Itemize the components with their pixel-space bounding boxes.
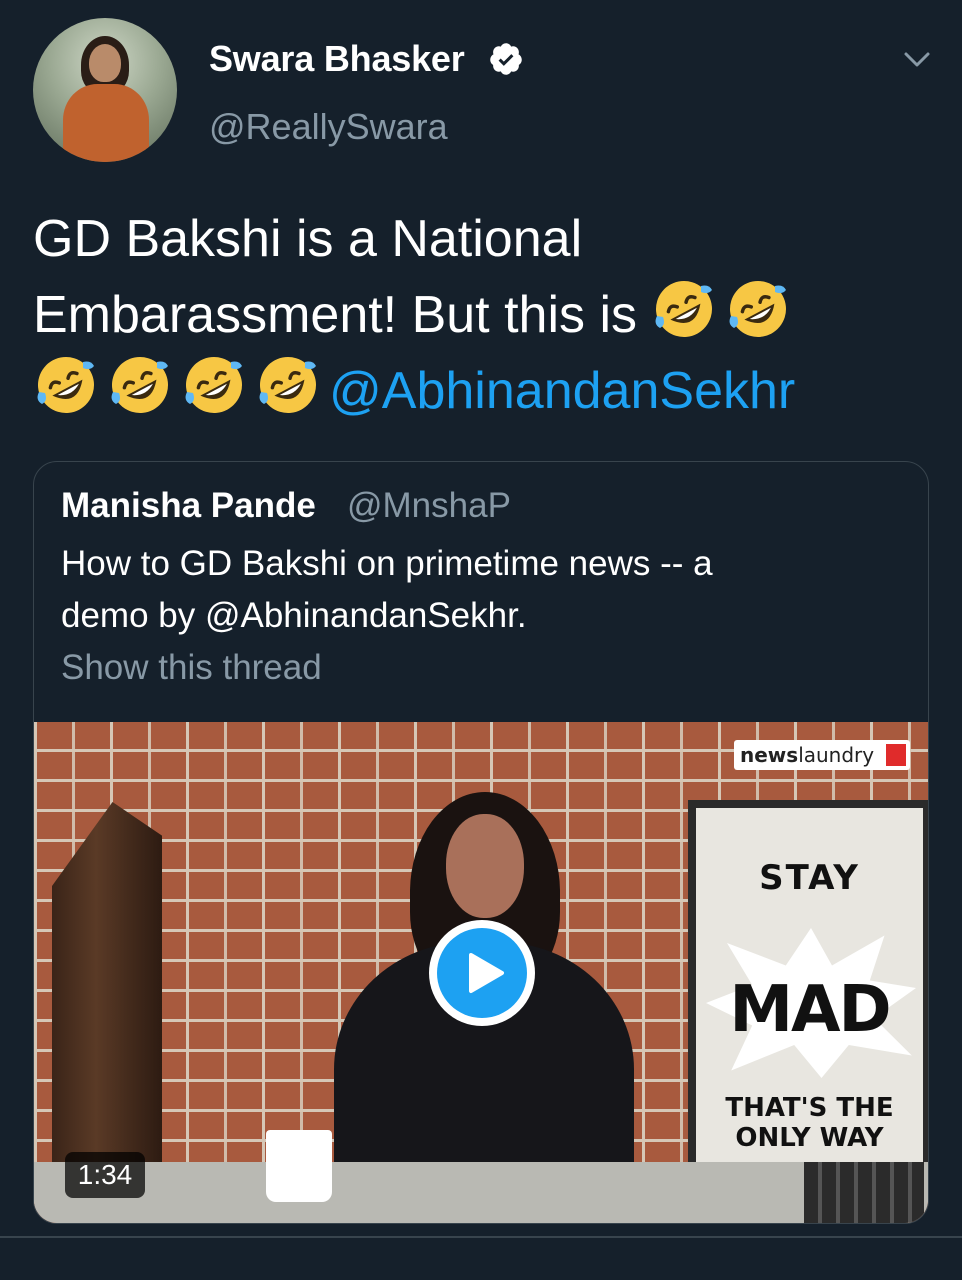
mug [266,1130,332,1202]
poster-text-bottom-1: THAT'S THE [725,1093,894,1123]
show-thread-link[interactable]: Show this thread [61,648,322,688]
avatar[interactable] [33,18,177,162]
stay-mad-poster: STAY MAD THAT'S THE ONLY WAY [688,800,928,1172]
poster-text-middle: MAD [729,973,891,1047]
verified-badge-icon [490,43,522,75]
quoted-tweet-text-line-1: How to GD Bakshi on primetime news -- a [61,544,713,583]
play-icon [469,953,504,993]
video-duration: 1:34 [65,1152,145,1198]
quoted-tweet[interactable]: Manisha Pande @MnshaP How to GD Bakshi o… [33,461,929,1224]
rolling-on-the-floor-laughing-icon [185,357,242,413]
quoted-author-handle: @MnshaP [347,486,511,525]
avatar-body [63,84,149,162]
rolling-on-the-floor-laughing-icon [259,357,316,413]
watermark-rest: laundry [798,743,875,767]
tweet-text-line-2-text: Embarassment! But this is [33,286,637,344]
watermark-bold: news [740,743,799,767]
tweet: Swara Bhasker @ReallySwara GD Bakshi is … [0,0,962,1280]
watermark-logo-icon [886,744,906,766]
rolling-on-the-floor-laughing-icon [37,357,94,413]
tweet-text-line-3: @AbhinandanSekhr [33,352,933,428]
desk-object [804,1162,924,1223]
tweet-text-line-2: Embarassment! But this is [33,276,933,352]
play-button-inner [437,928,527,1018]
presenter-face [446,814,524,918]
tweet-text-line-1: GD Bakshi is a National [33,210,583,268]
video-player[interactable]: newslaundry STAY MAD THAT'S THE ONLY WAY [34,722,928,1223]
author-name[interactable]: Swara Bhasker [209,38,465,80]
divider [0,1236,962,1238]
avatar-face [89,44,121,82]
author-handle[interactable]: @ReallySwara [209,106,448,148]
quoted-tweet-text: How to GD Bakshi on primetime news -- a … [61,538,901,642]
emoji-group-2 [33,357,329,420]
desk [34,1162,928,1223]
mention-link[interactable]: @AbhinandanSekhr [329,362,795,420]
poster-text-bottom-2: ONLY WAY [735,1123,884,1153]
newslaundry-watermark: newslaundry [734,740,910,770]
rolling-on-the-floor-laughing-icon [111,357,168,413]
poster-text-bottom: THAT'S THE ONLY WAY [696,1093,923,1153]
quoted-author-name: Manisha Pande [61,486,316,525]
poster-text-top: STAY [759,858,860,898]
quoted-tweet-text-line-2: demo by @AbhinandanSekhr. [61,596,527,635]
tweet-text: GD Bakshi is a National Embarassment! Bu… [33,202,933,428]
chevron-down-icon[interactable] [902,44,932,74]
play-button[interactable] [429,920,535,1026]
rolling-on-the-floor-laughing-icon [655,281,713,337]
rolling-on-the-floor-laughing-icon [729,281,787,337]
emoji-group-1 [651,281,799,344]
